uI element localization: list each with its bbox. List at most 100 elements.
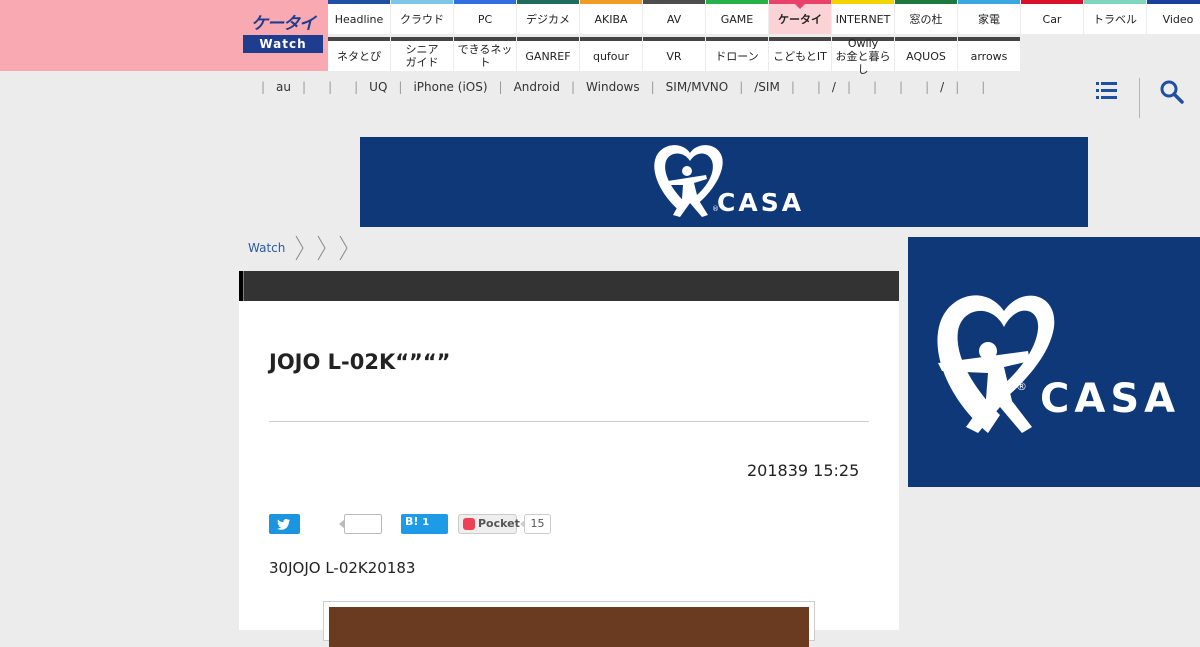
header-logo-area: ケータイ Watch: [0, 0, 328, 71]
title-divider: [269, 421, 869, 422]
nav-tab[interactable]: Owlly お金と暮らし: [832, 37, 894, 76]
subnav-separator: |: [790, 80, 795, 94]
breadcrumb: Watch: [248, 235, 351, 261]
hatena-label: B!: [405, 515, 419, 528]
nav-tab-label: Car: [1042, 12, 1062, 26]
nav-tab-label: クラウド: [400, 12, 444, 26]
nav-tab[interactable]: AQUOS: [895, 37, 957, 71]
site-logo[interactable]: ケータイ Watch: [243, 13, 323, 55]
category-nav-secondary: ネタとぴ シニア ガイド できるネット GANREF qufour VR ドローン こどもとI…: [328, 37, 1021, 76]
nav-tab-label: 家電: [978, 12, 1000, 26]
casa-logo: ® CASA: [654, 145, 801, 217]
nav-tab[interactable]: AKIBA: [580, 0, 642, 34]
nav-tab[interactable]: qufour: [580, 37, 642, 71]
menu-button[interactable]: [1094, 78, 1120, 104]
nav-tab[interactable]: ドローン: [706, 37, 768, 71]
nav-tab[interactable]: INTERNET: [832, 0, 894, 34]
side-ad-brand: CASA: [1040, 376, 1180, 422]
nav-tab-label: AV: [666, 12, 682, 26]
subnav-link[interactable]: au: [276, 80, 291, 94]
nav-tab[interactable]: GANREF: [517, 37, 579, 71]
nav-tab-label: ケータイ: [778, 12, 822, 26]
subnav-separator: |: [328, 80, 333, 94]
subnav-separator: |: [981, 80, 986, 94]
nav-tab[interactable]: arrows: [958, 37, 1020, 71]
twitter-share-button[interactable]: [269, 514, 300, 534]
nav-tab[interactable]: 窓の杜: [895, 0, 957, 34]
casa-logo: ® CASA: [937, 295, 1180, 433]
article-title: JOJO L-02K“”“”: [269, 350, 451, 374]
chevron-right-icon: [295, 235, 304, 261]
nav-tab[interactable]: デジカメ: [517, 0, 579, 34]
chevron-right-icon: [317, 235, 326, 261]
search-icon: [1160, 80, 1184, 104]
nav-tab[interactable]: シニア ガイド: [391, 37, 453, 71]
top-banner-ad[interactable]: ® CASA: [360, 137, 1088, 227]
nav-tab[interactable]: こどもとIT: [769, 37, 831, 71]
subnav-link[interactable]: Windows: [586, 80, 640, 94]
nav-tab-label: 窓の杜: [909, 12, 943, 26]
nav-tab-label: ネタとぴ: [337, 49, 381, 63]
chevron-right-icon: [339, 235, 348, 261]
nav-tab-label: PC: [477, 12, 493, 26]
svg-text:®: ®: [1016, 380, 1027, 393]
subnav-link[interactable]: UQ: [369, 80, 387, 94]
nav-tab[interactable]: 家電: [958, 0, 1020, 34]
nav-tab-label: AKIBA: [594, 12, 628, 26]
nav-tab-label: VR: [666, 49, 682, 63]
logo-bottom-text: Watch: [243, 35, 323, 53]
subnav-separator: |: [354, 80, 359, 94]
nav-tab-label: qufour: [592, 49, 630, 63]
hatena-bookmark-button[interactable]: B! 1: [401, 514, 448, 534]
subnav-separator: |: [846, 80, 851, 94]
nav-tab-label: こどもとIT: [773, 49, 827, 63]
breadcrumb-item[interactable]: Watch: [248, 241, 285, 255]
nav-tab-label: ドローン: [715, 49, 759, 63]
nav-tab-label: Owlly お金と暮らし: [835, 36, 891, 76]
nav-tab[interactable]: AV: [643, 0, 705, 34]
twitter-bird-icon: [277, 519, 291, 530]
pocket-button[interactable]: Pocket: [458, 514, 520, 534]
subnav-separator: |: [899, 80, 904, 94]
search-button[interactable]: [1158, 78, 1186, 106]
side-banner-ad[interactable]: ® CASA: [908, 237, 1200, 487]
nav-tab-label: GANREF: [525, 49, 571, 63]
pocket-icon: [463, 518, 475, 530]
subnav-link[interactable]: /: [940, 80, 944, 94]
category-bar-accent: [239, 271, 244, 301]
nav-tab-label: INTERNET: [835, 12, 891, 26]
subnav-link[interactable]: /: [832, 80, 836, 94]
subnav-link[interactable]: /SIM: [754, 80, 780, 94]
article-date: 201839 15:25: [747, 461, 860, 480]
subnav-separator: |: [570, 80, 576, 94]
nav-tab[interactable]: PC: [454, 0, 516, 34]
article-lead: 30JOJO L-02K20183: [269, 559, 416, 577]
nav-tab[interactable]: トラベル: [1084, 0, 1146, 34]
nav-tab[interactable]: Headline: [328, 0, 390, 34]
category-bar: [239, 271, 899, 301]
category-nav-primary: Headline クラウド PC デジカメ AKIBA AV GAME ケータイ INTERNE…: [328, 0, 1200, 34]
nav-tab[interactable]: Video: [1147, 0, 1200, 34]
nav-tab[interactable]: GAME: [706, 0, 768, 34]
nav-tab[interactable]: できるネット: [454, 37, 516, 71]
nav-tab-label: デジカメ: [526, 12, 570, 26]
nav-tab-label: シニア ガイド: [405, 43, 439, 69]
subnav-link[interactable]: iPhone (iOS): [413, 80, 487, 94]
article-photo[interactable]: [329, 607, 809, 647]
nav-tab[interactable]: クラウド: [391, 0, 453, 34]
subnav-separator: |: [261, 80, 266, 94]
subnav-separator: |: [739, 80, 744, 94]
nav-tab[interactable]: ネタとぴ: [328, 37, 390, 71]
subnav-link[interactable]: SIM/MVNO: [666, 80, 729, 94]
nav-tab-label: トラベル: [1093, 12, 1137, 26]
nav-tab[interactable]: VR: [643, 37, 705, 71]
hamburger-menu-icon: [1096, 82, 1117, 99]
nav-tab-label: AQUOS: [906, 49, 946, 63]
nav-tab[interactable]: Car: [1021, 0, 1083, 34]
subnav-link[interactable]: Android: [514, 80, 560, 94]
subnav-separator: |: [925, 80, 930, 94]
subnav-separator: |: [302, 80, 307, 94]
nav-tab[interactable]: ケータイ: [769, 0, 831, 34]
subnav-separator: |: [873, 80, 878, 94]
subnav-separator: |: [498, 80, 503, 94]
